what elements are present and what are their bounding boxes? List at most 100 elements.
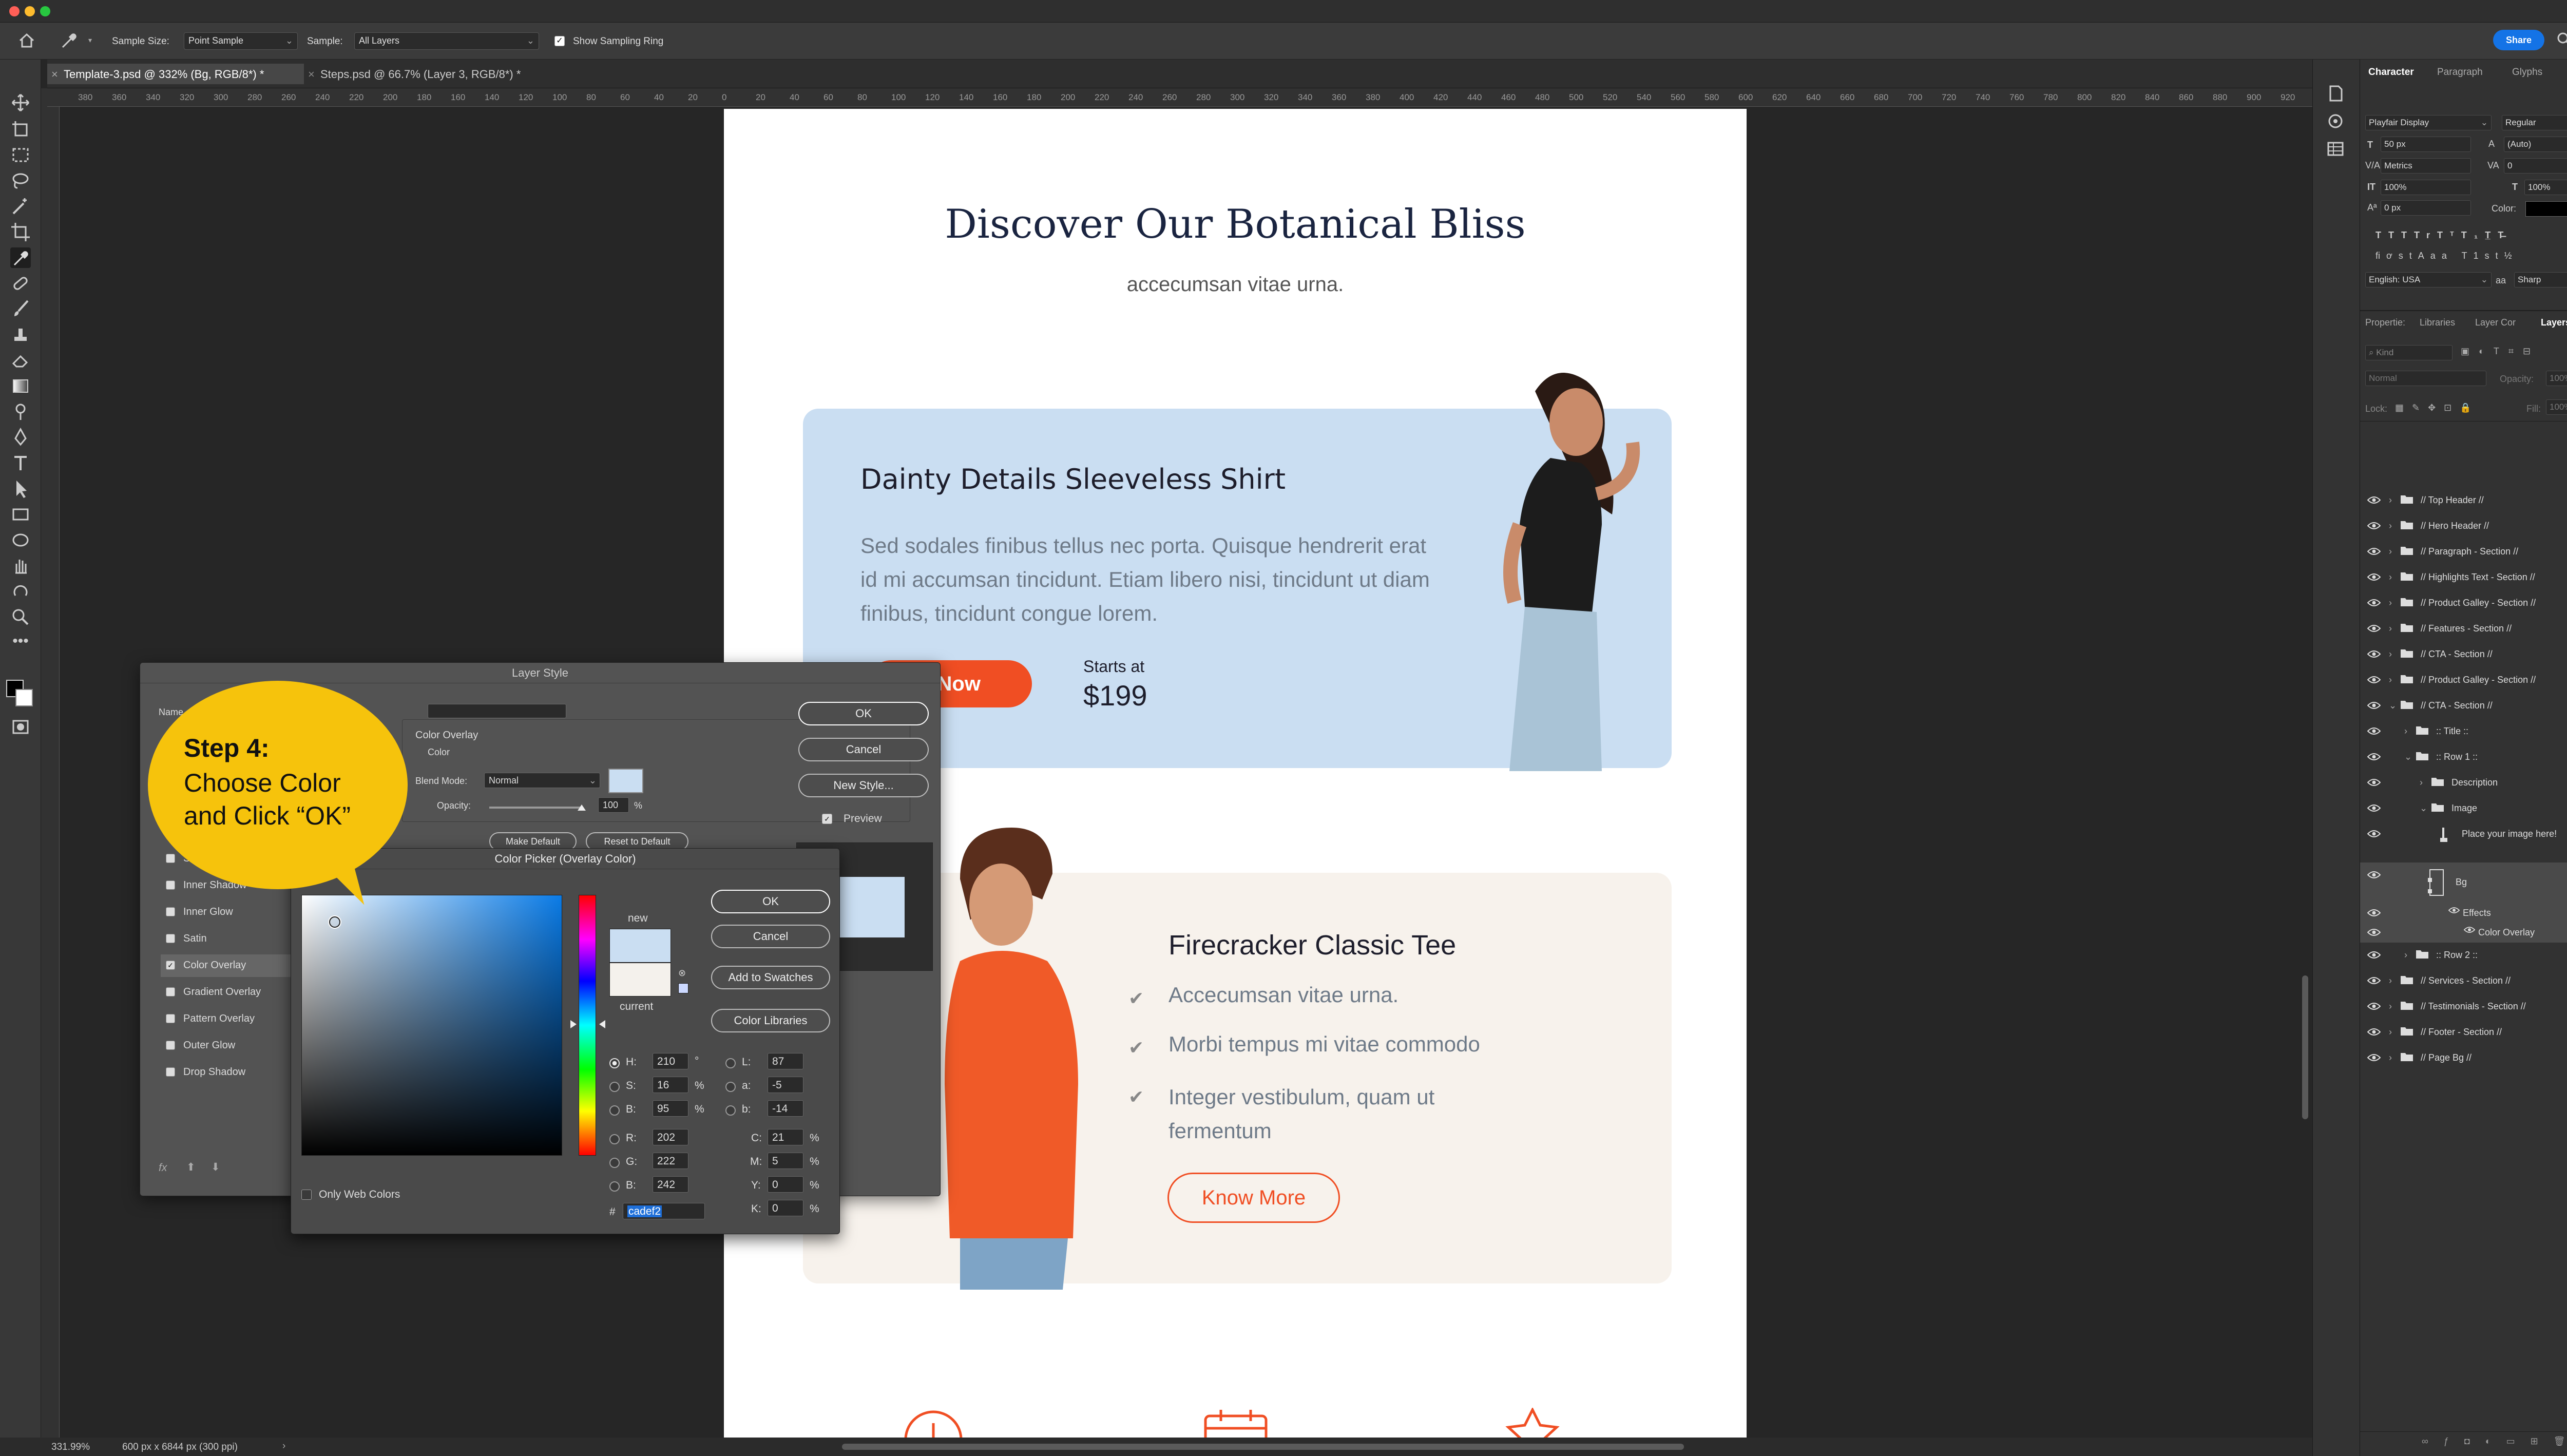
move-tool-icon[interactable] <box>10 92 31 113</box>
tracking-field[interactable]: 0 <box>2504 158 2567 174</box>
stamp-tool-icon[interactable] <box>10 324 31 345</box>
visibility-eye-icon[interactable] <box>2367 753 2381 761</box>
green-radio[interactable] <box>609 1158 620 1168</box>
brush-tool-icon[interactable] <box>10 299 31 319</box>
layer-row[interactable]: › // Product Galley - Section // <box>2360 590 2567 616</box>
magic-wand-tool-icon[interactable] <box>10 196 31 217</box>
visibility-eye-icon[interactable] <box>2367 951 2381 959</box>
green-field[interactable]: 222 <box>653 1153 688 1169</box>
visibility-eye-icon[interactable] <box>2367 522 2381 530</box>
fill-field[interactable]: 100% <box>2546 399 2567 415</box>
chevron-right-icon[interactable]: › <box>2389 1052 2392 1063</box>
layer-row[interactable]: › // CTA - Section // <box>2360 642 2567 667</box>
visibility-eye-icon[interactable] <box>2367 976 2381 985</box>
fx-icon[interactable]: fx <box>159 1162 167 1174</box>
table-panel-icon[interactable] <box>2325 139 2346 159</box>
quick-mask-icon[interactable] <box>10 717 31 737</box>
close-tab-icon[interactable]: × <box>308 68 315 81</box>
ellipse-tool-icon[interactable] <box>10 530 31 550</box>
background-color-swatch[interactable] <box>15 689 33 706</box>
saturation-field[interactable]: 16 <box>653 1077 688 1093</box>
visibility-eye-icon[interactable] <box>2367 496 2381 504</box>
eyedropper-tool-icon[interactable] <box>60 32 78 49</box>
eyedropper-icon[interactable] <box>10 247 31 268</box>
gradient-overlay-checkbox[interactable] <box>166 987 175 997</box>
layer-row[interactable]: ›:: Row 2 :: <box>2360 943 2567 968</box>
hue-slider[interactable] <box>579 895 596 1156</box>
rectangle-tool-icon[interactable] <box>10 504 31 525</box>
current-color-swatch[interactable] <box>609 963 671 997</box>
horizontal-scrollbar[interactable] <box>842 1444 1684 1450</box>
visibility-eye-icon[interactable] <box>2367 909 2381 917</box>
home-icon[interactable] <box>18 33 35 48</box>
visibility-eye-icon[interactable] <box>2367 778 2381 787</box>
hue-field[interactable]: 210 <box>653 1053 688 1069</box>
layer-row[interactable]: › // Top Header // <box>2360 488 2567 513</box>
chevron-right-icon[interactable]: › <box>2389 495 2392 506</box>
language-select[interactable]: English: USA ⌄ <box>2365 272 2492 288</box>
know-more-button[interactable]: Know More <box>1167 1173 1340 1223</box>
layer-row[interactable]: › // Paragraph - Section // <box>2360 539 2567 565</box>
black-field[interactable]: 0 <box>768 1200 803 1216</box>
brightness-field[interactable]: 95 <box>653 1100 688 1117</box>
document-info[interactable]: 600 px x 6844 px (300 ppi) <box>122 1442 238 1453</box>
inner-glow-checkbox[interactable] <box>166 907 175 916</box>
baseline-shift-field[interactable]: 0 px <box>2381 200 2471 216</box>
visibility-eye-icon[interactable] <box>2367 1053 2381 1062</box>
layer-footer-buttons[interactable]: ∞ƒ◘◐▭⊞🗑 <box>2422 1436 2567 1447</box>
out-of-gamut-icon[interactable]: ⊗ <box>678 968 686 979</box>
visibility-eye-icon[interactable] <box>2367 676 2381 684</box>
tab-properties[interactable]: Propertie: <box>2365 317 2405 328</box>
new-style-button[interactable]: New Style... <box>798 774 929 797</box>
visibility-eye-icon[interactable] <box>2367 928 2381 936</box>
sample-layers-select[interactable]: All Layers ⌄ <box>354 32 539 50</box>
blend-mode-select[interactable]: Normal ⌄ <box>484 773 600 788</box>
layer-filter-kind-select[interactable]: ⌕ Kind <box>2365 345 2453 360</box>
properties-panel-icon[interactable] <box>2325 111 2346 131</box>
share-button[interactable]: Share <box>2493 30 2544 50</box>
satin-checkbox[interactable] <box>166 934 175 943</box>
leading-field[interactable]: (Auto) <box>2504 137 2567 152</box>
layer-row[interactable]: Bgfx <box>2360 863 2567 904</box>
effect-eye-icon[interactable] <box>2464 926 2475 933</box>
zoom-window-button[interactable] <box>40 6 50 16</box>
text-color-swatch[interactable] <box>2525 201 2567 217</box>
vertical-scrollbar[interactable] <box>2302 975 2308 1119</box>
color-libraries-button[interactable]: Color Libraries <box>711 1009 830 1032</box>
red-radio[interactable] <box>609 1134 620 1144</box>
layer-row[interactable]: Color Overlay <box>2360 923 2567 943</box>
layer-row[interactable]: Effects <box>2360 904 2567 923</box>
color-picker-cancel-button[interactable]: Cancel <box>711 925 830 948</box>
lightness-radio[interactable] <box>725 1058 736 1068</box>
marquee-tool-icon[interactable] <box>10 145 31 165</box>
magenta-field[interactable]: 5 <box>768 1153 803 1169</box>
layer-row[interactable]: › // Features - Section // <box>2360 616 2567 642</box>
outer-glow-checkbox[interactable] <box>166 1041 175 1050</box>
layer-row[interactable]: › // Footer - Section // <box>2360 1020 2567 1045</box>
saturation-radio[interactable] <box>609 1082 620 1092</box>
pattern-overlay-checkbox[interactable] <box>166 1014 175 1023</box>
visibility-eye-icon[interactable] <box>2367 573 2381 581</box>
layer-row[interactable]: › // Services - Section // <box>2360 968 2567 994</box>
layer-blend-mode-select[interactable]: Normal <box>2365 371 2486 386</box>
text-style-buttons-row[interactable]: TTTTrTᵀT₁T̲T̶ <box>2376 230 2511 241</box>
chevron-right-icon[interactable]: › <box>2389 546 2392 557</box>
font-size-field[interactable]: 50 px <box>2381 137 2471 152</box>
chevron-right-icon[interactable]: › <box>2389 1001 2392 1012</box>
opacity-field[interactable]: 100 <box>598 797 629 813</box>
add-to-swatches-button[interactable]: Add to Swatches <box>711 966 830 989</box>
brightness-radio[interactable] <box>609 1105 620 1116</box>
visibility-eye-icon[interactable] <box>2367 804 2381 812</box>
crop-tool-icon[interactable] <box>10 222 31 242</box>
path-selection-tool-icon[interactable] <box>10 478 31 499</box>
layer-row[interactable]: › // Page Bg // <box>2360 1045 2567 1071</box>
rotate-view-tool-icon[interactable] <box>10 581 31 602</box>
inner-shadow-checkbox[interactable] <box>166 880 175 890</box>
move-down-icon[interactable]: ⬇ <box>211 1161 220 1174</box>
tool-preset-chevron-icon[interactable]: ▾ <box>88 36 92 45</box>
type-tool-icon[interactable] <box>10 453 31 473</box>
color-field-picker-handle[interactable] <box>329 916 340 928</box>
kerning-field[interactable]: Metrics <box>2381 158 2471 174</box>
chevron-right-icon[interactable]: › <box>2404 950 2407 961</box>
blue-field[interactable]: 242 <box>653 1176 688 1193</box>
